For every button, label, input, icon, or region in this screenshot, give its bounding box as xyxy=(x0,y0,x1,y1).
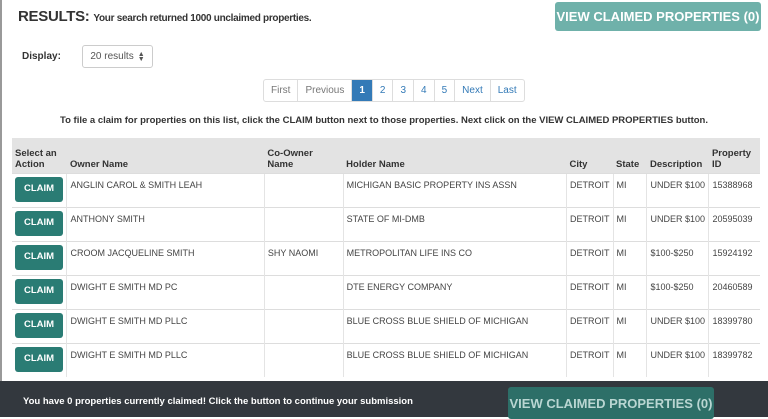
column-header: Property ID xyxy=(708,138,760,173)
page-link-next[interactable]: Next xyxy=(454,80,490,101)
city-cell: DETROIT xyxy=(566,172,614,207)
holder-name-cell: BLUE CROSS BLUE SHIELD OF MICHIGAN xyxy=(342,342,567,377)
page-link-3[interactable]: 3 xyxy=(392,80,413,101)
description-cell: UNDER $100 xyxy=(646,172,709,207)
action-cell: CLAIM xyxy=(12,308,67,343)
table-row: CLAIM ANGLIN CAROL & SMITH LEAH MICHIGAN B… xyxy=(12,172,760,207)
property-id-cell: 15924192 xyxy=(708,240,760,275)
description-cell: UNDER $100 xyxy=(646,342,709,377)
co-owner-name-cell xyxy=(263,342,344,377)
results-heading: RESULTS: Your search returned 1000 uncla… xyxy=(18,8,312,25)
city-cell: DETROIT xyxy=(566,274,614,309)
description-cell: $100-$250 xyxy=(646,240,709,275)
table-row: CLAIM ANTHONY SMITH STATE OF MI-DMB DETROIT… xyxy=(12,206,760,241)
page-left-border xyxy=(0,0,2,417)
action-cell: CLAIM xyxy=(12,274,67,309)
footer-message: You have 0 properties currently claimed!… xyxy=(23,396,413,407)
state-cell: MI xyxy=(612,172,647,207)
column-header: City xyxy=(566,138,614,173)
city-cell: DETROIT xyxy=(566,240,614,275)
state-cell: MI xyxy=(612,240,647,275)
state-cell: MI xyxy=(612,308,647,343)
co-owner-name-cell: SHY NAOMI xyxy=(263,240,344,275)
page-link-1[interactable]: 1 xyxy=(351,80,372,101)
description-cell: UNDER $100 xyxy=(646,308,709,343)
page-link-4[interactable]: 4 xyxy=(413,80,434,101)
holder-name-cell: STATE OF MI-DMB xyxy=(342,206,567,241)
claim-button[interactable]: CLAIM xyxy=(15,312,63,338)
property-id-cell: 20595039 xyxy=(708,206,760,241)
property-id-cell: 20460589 xyxy=(708,274,760,309)
action-cell: CLAIM xyxy=(12,342,67,377)
results-summary: Your search returned 1000 unclaimed prop… xyxy=(93,13,312,24)
column-header: Co-Owner Name xyxy=(264,138,344,173)
view-claimed-properties-button[interactable]: VIEW CLAIMED PROPERTIES (0) xyxy=(555,2,761,31)
column-header: Holder Name xyxy=(343,138,567,173)
claim-button[interactable]: CLAIM xyxy=(15,210,63,236)
page-link-5[interactable]: 5 xyxy=(433,80,455,101)
table-row: CLAIM DWIGHT E SMITH MD PC DTE ENERGY COMP… xyxy=(12,274,760,309)
action-cell: CLAIM xyxy=(12,240,67,275)
table-row: CLAIM DWIGHT E SMITH MD PLLC BLUE CROSS BL… xyxy=(12,308,760,343)
page-link-previous[interactable]: Previous xyxy=(297,80,351,101)
table-row: CLAIM DWIGHT E SMITH MD PLLC BLUE CROSS BL… xyxy=(12,342,760,377)
owner-name-cell: ANTHONY SMITH xyxy=(66,206,265,241)
pagination: First Previous 1 2 3 4 5 Next Last xyxy=(263,79,525,102)
owner-name-cell: DWIGHT E SMITH MD PC xyxy=(66,274,265,309)
city-cell: DETROIT xyxy=(566,308,614,343)
owner-name-cell: DWIGHT E SMITH MD PLLC xyxy=(66,308,265,343)
display-select[interactable]: 20 results ▲ ▼ xyxy=(82,45,153,68)
claim-button[interactable]: CLAIM xyxy=(15,176,63,202)
action-cell: CLAIM xyxy=(12,206,67,241)
column-header: Owner Name xyxy=(66,138,265,173)
claim-button[interactable]: CLAIM xyxy=(15,278,63,304)
footer-bar: You have 0 properties currently claimed!… xyxy=(0,381,768,419)
property-id-cell: 18399780 xyxy=(708,308,760,343)
column-header: Description xyxy=(646,138,709,173)
owner-name-cell: ANGLIN CAROL & SMITH LEAH xyxy=(66,172,265,207)
description-cell: $100-$250 xyxy=(646,274,709,309)
instructions: To file a claim for properties on this l… xyxy=(60,115,708,126)
property-id-cell: 18399782 xyxy=(708,342,760,377)
state-cell: MI xyxy=(612,274,647,309)
co-owner-name-cell xyxy=(263,172,344,207)
table-row: CLAIM CROOM JACQUELINE SMITH SHY NAOMI METR… xyxy=(12,240,760,275)
claim-button[interactable]: CLAIM xyxy=(15,244,63,270)
holder-name-cell: METROPOLITAN LIFE INS CO xyxy=(342,240,567,275)
state-cell: MI xyxy=(612,342,647,377)
owner-name-cell: DWIGHT E SMITH MD PLLC xyxy=(66,342,265,377)
city-cell: DETROIT xyxy=(566,342,614,377)
action-cell: CLAIM xyxy=(12,172,67,207)
column-header: Select an Action xyxy=(12,138,67,173)
page-link-first[interactable]: First xyxy=(264,80,297,101)
state-cell: MI xyxy=(612,206,647,241)
description-cell: UNDER $100 xyxy=(646,206,709,241)
claim-button[interactable]: CLAIM xyxy=(15,346,63,372)
page-link-2[interactable]: 2 xyxy=(371,80,393,101)
holder-name-cell: DTE ENERGY COMPANY xyxy=(342,274,567,309)
properties-table: Select an Action Owner Name Co-Owner Name H… xyxy=(12,138,760,377)
co-owner-name-cell xyxy=(263,206,344,241)
co-owner-name-cell xyxy=(263,308,344,343)
property-id-cell: 15388968 xyxy=(708,172,760,207)
display-value: 20 results xyxy=(90,51,134,62)
display-label: Display: xyxy=(22,51,61,62)
table-header-row: Select an Action Owner Name Co-Owner Name H… xyxy=(12,138,760,173)
owner-name-cell: CROOM JACQUELINE SMITH xyxy=(66,240,265,275)
footer-view-claimed-button[interactable]: VIEW CLAIMED PROPERTIES (0) xyxy=(508,387,714,419)
holder-name-cell: MICHIGAN BASIC PROPERTY INS ASSN xyxy=(342,172,567,207)
city-cell: DETROIT xyxy=(566,206,614,241)
column-header: State xyxy=(613,138,647,173)
page-link-last[interactable]: Last xyxy=(489,80,524,101)
co-owner-name-cell xyxy=(263,274,344,309)
holder-name-cell: BLUE CROSS BLUE SHIELD OF MICHIGAN xyxy=(342,308,567,343)
sort-arrows-icon: ▲ ▼ xyxy=(137,50,145,63)
